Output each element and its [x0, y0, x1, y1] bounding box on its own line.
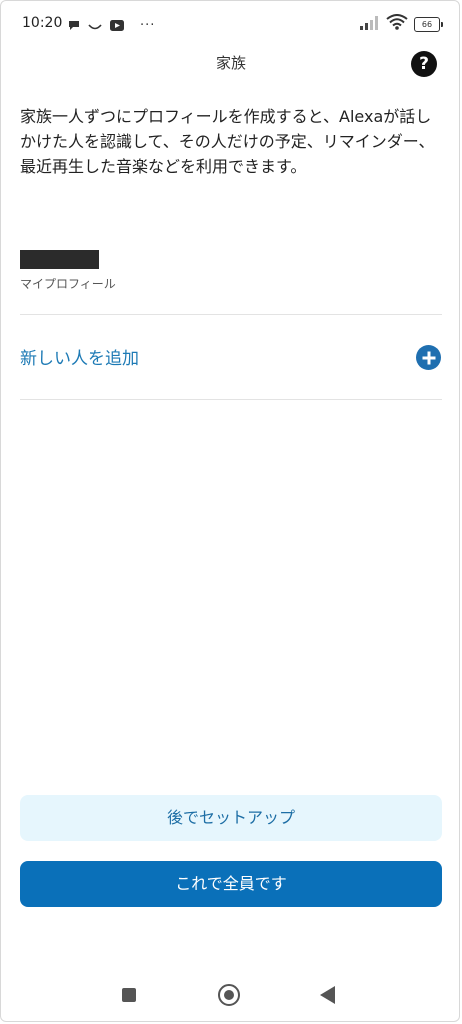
wifi-icon: [386, 14, 408, 34]
add-person-row[interactable]: 新しい人を追加: [20, 315, 442, 399]
more-dots-icon: ···: [140, 18, 156, 33]
page-title: 家族: [215, 54, 246, 72]
recent-apps-icon[interactable]: [122, 988, 136, 1002]
back-icon[interactable]: [320, 986, 335, 1004]
youtube-icon: [110, 16, 124, 35]
status-time: 10:20: [22, 15, 63, 31]
system-nav-bar: [0, 970, 462, 1020]
plus-circle-icon[interactable]: [416, 345, 441, 370]
profile-caption: マイプロフィール: [20, 277, 116, 291]
all-members-done-button[interactable]: これで全員です: [20, 861, 442, 907]
home-icon[interactable]: [218, 984, 240, 1006]
status-icons-right: 66: [360, 14, 443, 34]
add-person-label[interactable]: 新しい人を追加: [20, 344, 139, 369]
description-text: 家族一人ずつにプロフィールを作成すると、Alexaが話しかけた人を認識して、その…: [20, 107, 435, 176]
signal-icon: [360, 15, 380, 34]
status-icons-left: ···: [68, 16, 155, 35]
status-bar: 10:20 ··· 66: [0, 0, 462, 46]
app-header: 家族 ?: [0, 46, 462, 82]
profile-name-redacted[interactable]: [20, 250, 99, 269]
battery-icon: 66: [414, 16, 443, 32]
setup-later-button[interactable]: 後でセットアップ: [20, 795, 442, 841]
help-button[interactable]: ?: [411, 51, 437, 77]
divider-bottom: [20, 399, 442, 400]
smile-icon: [88, 16, 102, 35]
chat-bubble-icon: [68, 16, 80, 35]
